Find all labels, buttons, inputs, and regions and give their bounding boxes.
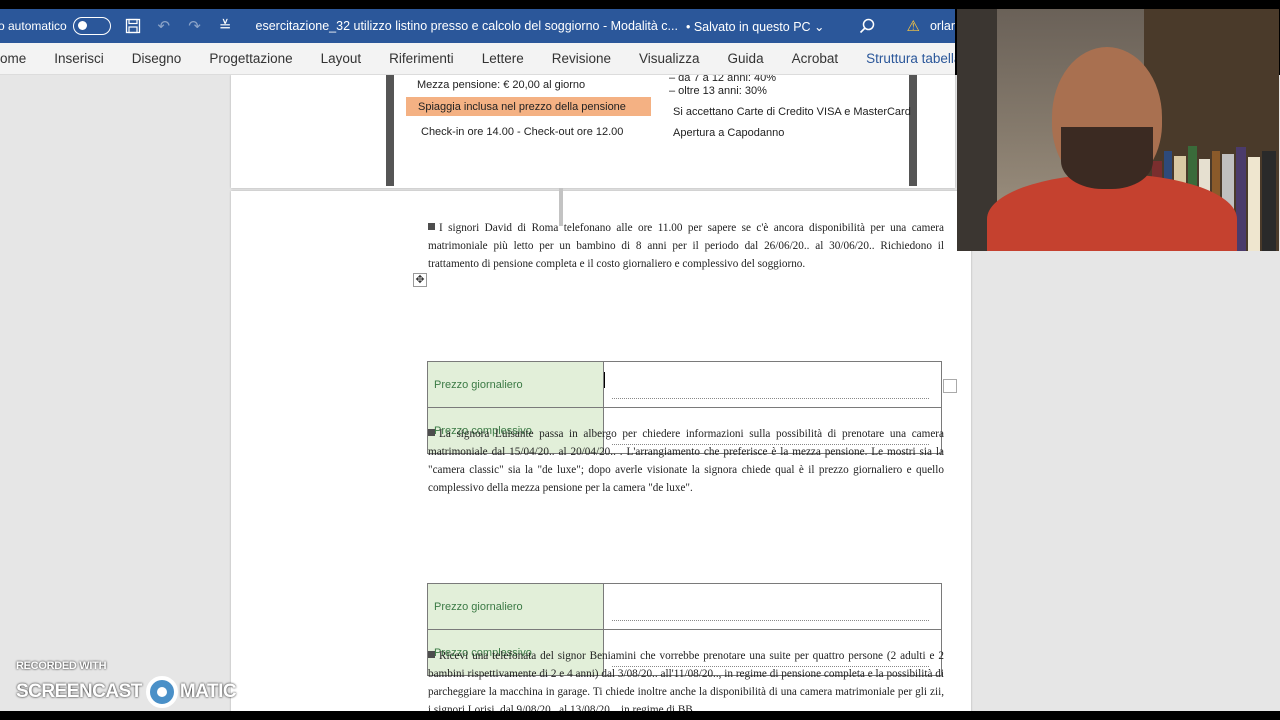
tab-inserisci[interactable]: Inserisci <box>40 43 118 74</box>
exercise-paragraph-1[interactable]: I signori David di Roma telefonano alle … <box>428 219 944 273</box>
tab-layout[interactable]: Layout <box>307 43 376 74</box>
screencast-logo-icon <box>145 676 178 708</box>
letterbox-bar <box>0 711 1280 720</box>
autosave-label: o automatico <box>0 19 67 33</box>
table-cell-label[interactable]: Prezzo giornaliero <box>427 361 604 408</box>
tab-progettazione[interactable]: Progettazione <box>195 43 306 74</box>
tab-acrobat[interactable]: Acrobat <box>778 43 853 74</box>
table-move-handle-icon[interactable]: ✥ <box>413 273 427 287</box>
screencast-watermark: RECORDED WITH SCREENCAST MATIC <box>16 660 237 708</box>
warning-icon[interactable]: ⚠ <box>907 9 920 43</box>
title-bar: o automatico ↶ ↷ ≚ esercitazione_32 util… <box>0 9 955 43</box>
page-previous[interactable]: Mezza pensione: € 20,00 al giorno Spiagg… <box>231 75 955 188</box>
watermark-brand-right: MATIC <box>179 681 237 702</box>
bullet-icon <box>428 651 435 658</box>
redo-icon[interactable]: ↷ <box>186 9 203 43</box>
webcam-overlay <box>957 9 1279 251</box>
ribbon-tabs: ome Inserisci Disegno Progettazione Layo… <box>0 43 955 75</box>
info-age-13: – oltre 13 anni: 30% <box>669 85 767 97</box>
bullet-icon <box>428 223 435 230</box>
document-title: esercitazione_32 utilizzo listino presso… <box>255 19 678 33</box>
tab-riferimenti[interactable]: Riferimenti <box>375 43 468 74</box>
exercise-paragraph-2[interactable]: La signora Luisante passa in albergo per… <box>428 425 944 497</box>
exercise-paragraph-3[interactable]: Ricevi una telefonata del signor Beniami… <box>428 647 944 711</box>
table-cell-label[interactable]: Prezzo giornaliero <box>427 583 604 630</box>
page-current[interactable]: I signori David di Roma telefonano alle … <box>231 188 971 711</box>
info-mezza-pensione: Mezza pensione: € 20,00 al giorno <box>417 79 586 91</box>
table-row: Prezzo giornaliero <box>427 583 942 630</box>
table-cell-input[interactable] <box>603 361 942 408</box>
tab-disegno[interactable]: Disegno <box>118 43 196 74</box>
autosave-toggle[interactable] <box>67 9 111 43</box>
save-icon[interactable] <box>125 9 142 43</box>
undo-icon[interactable]: ↶ <box>155 9 172 43</box>
tab-struttura-tabella[interactable]: Struttura tabella <box>852 43 955 74</box>
save-status[interactable]: • Salvato in questo PC ⌄ <box>686 9 825 43</box>
watermark-brand-left: SCREENCAST <box>16 681 142 702</box>
tab-home[interactable]: ome <box>0 43 40 74</box>
info-checkin: Check-in ore 14.00 - Check-out ore 12.00 <box>421 126 624 138</box>
info-capodanno: Apertura a Capodanno <box>673 127 785 139</box>
table-resize-handle[interactable] <box>943 379 957 393</box>
tab-revisione[interactable]: Revisione <box>538 43 625 74</box>
search-icon[interactable] <box>859 9 875 43</box>
info-spiaggia: Spiaggia inclusa nel prezzo della pensio… <box>406 97 651 116</box>
table-row: Prezzo giornaliero <box>427 361 942 408</box>
watermark-recorded-with: RECORDED WITH <box>16 660 107 672</box>
user-name[interactable]: orlar <box>930 9 955 43</box>
bullet-icon <box>428 429 435 436</box>
tab-visualizza[interactable]: Visualizza <box>625 43 714 74</box>
tab-guida[interactable]: Guida <box>714 43 778 74</box>
text-cursor <box>604 372 605 388</box>
info-box: Mezza pensione: € 20,00 al giorno Spiagg… <box>386 75 917 186</box>
customize-quick-access-icon[interactable]: ≚ <box>217 9 234 43</box>
info-carte-credito: Si accettano Carte di Credito VISA e Mas… <box>673 106 911 118</box>
tab-lettere[interactable]: Lettere <box>468 43 538 74</box>
table-cell-input[interactable] <box>603 583 942 630</box>
info-age-7-12: – da 7 a 12 anni: 40% <box>669 75 777 84</box>
